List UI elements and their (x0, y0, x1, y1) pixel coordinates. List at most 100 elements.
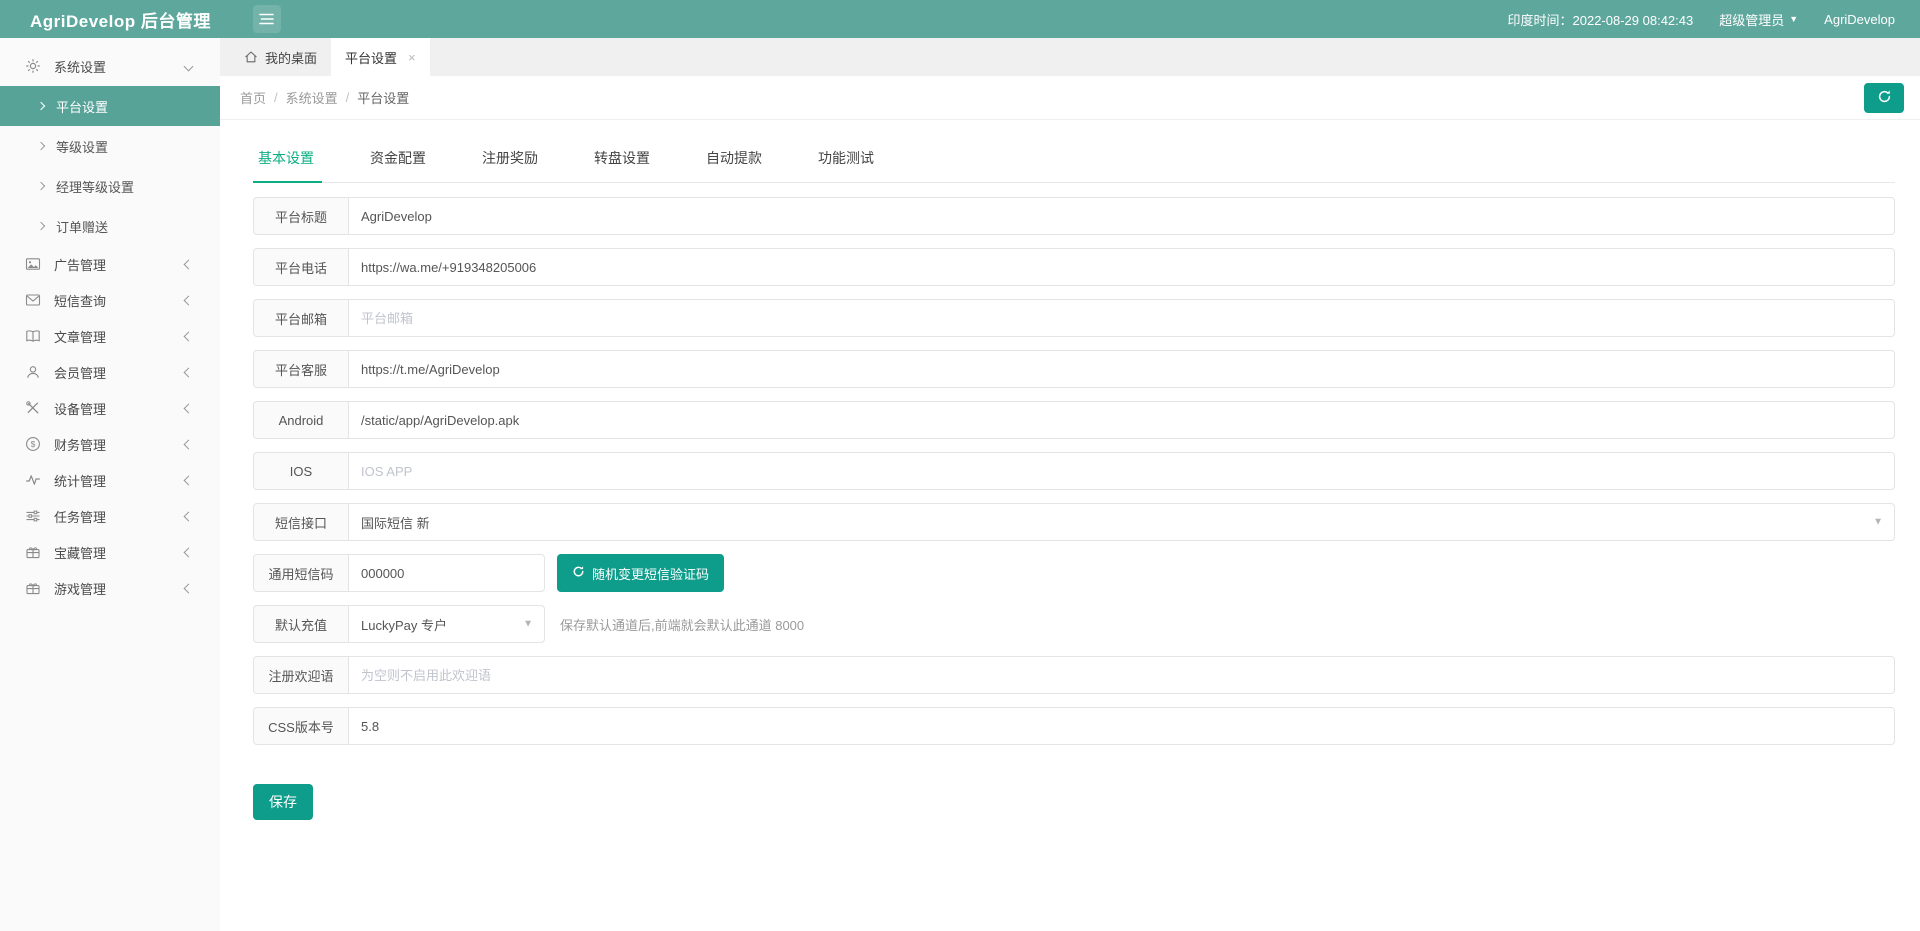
admin-role-label: 超级管理员 (1719, 10, 1784, 29)
sidebar-item-label: 等级设置 (56, 137, 108, 156)
chevron-left-icon (184, 439, 194, 449)
sidebar-group-label: 系统设置 (54, 57, 185, 76)
breadcrumb: 首页 / 系统设置 / 平台设置 (240, 88, 409, 107)
hamburger-icon (259, 13, 274, 25)
register-welcome-input[interactable] (348, 656, 1895, 694)
settings-tabs: 基本设置 资金配置 注册奖励 转盘设置 自动提款 功能测试 (253, 148, 1895, 183)
random-sms-code-button[interactable]: 随机变更短信验证码 (557, 554, 724, 592)
platform-support-input[interactable] (348, 350, 1895, 388)
sidebar-item-statistics-management[interactable]: 统计管理 (0, 462, 220, 498)
sms-interface-select[interactable] (348, 503, 1895, 541)
sidebar-item-label: 短信查询 (54, 291, 185, 310)
platform-support-label: 平台客服 (253, 350, 348, 388)
form-row: 平台邮箱 (253, 299, 1895, 337)
common-sms-code-input[interactable] (348, 554, 545, 592)
settings-panel: 基本设置 资金配置 注册奖励 转盘设置 自动提款 功能测试 平台标题 平台电话 (220, 120, 1920, 820)
book-icon (25, 328, 41, 344)
chevron-left-icon (184, 475, 194, 485)
default-recharge-label: 默认充值 (253, 605, 348, 643)
tab-register-reward[interactable]: 注册奖励 (454, 148, 566, 182)
refresh-icon (1877, 89, 1892, 107)
pulse-icon (25, 472, 41, 488)
sliders-icon (25, 508, 41, 524)
tab-label: 我的桌面 (265, 48, 317, 67)
sidebar-item-task-management[interactable]: 任务管理 (0, 498, 220, 534)
sidebar-item-device-management[interactable]: 设备管理 (0, 390, 220, 426)
tab-my-desktop[interactable]: 我的桌面 (230, 38, 331, 76)
android-app-input[interactable] (348, 401, 1895, 439)
sidebar-item-label: 统计管理 (54, 471, 185, 490)
admin-dropdown[interactable]: 超级管理员 ▼ (1719, 10, 1798, 29)
ios-app-input[interactable] (348, 452, 1895, 490)
button-label: 随机变更短信验证码 (592, 564, 709, 583)
sidebar-item-member-management[interactable]: 会员管理 (0, 354, 220, 390)
caret-down-icon: ▼ (1789, 15, 1798, 24)
chevron-right-icon (37, 222, 45, 230)
platform-title-input[interactable] (348, 197, 1895, 235)
sidebar-item-article-management[interactable]: 文章管理 (0, 318, 220, 354)
breadcrumb-bar: 首页 / 系统设置 / 平台设置 (220, 76, 1920, 120)
mail-icon (25, 292, 41, 308)
chevron-left-icon (184, 367, 194, 377)
ios-label: IOS (253, 452, 348, 490)
breadcrumb-system-settings[interactable]: 系统设置 (286, 88, 338, 107)
sidebar-item-game-management[interactable]: 游戏管理 (0, 570, 220, 606)
default-recharge-helper-text: 保存默认通道后,前端就会默认此通道 8000 (560, 615, 804, 634)
platform-phone-input[interactable] (348, 248, 1895, 286)
form-row: 平台电话 (253, 248, 1895, 286)
sidebar-item-order-gift[interactable]: 订单赠送 (0, 206, 220, 246)
app-title: AgriDevelop 后台管理 (30, 7, 211, 32)
sidebar-toggle-button[interactable] (253, 5, 281, 33)
platform-email-input[interactable] (348, 299, 1895, 337)
sidebar-item-level-settings[interactable]: 等级设置 (0, 126, 220, 166)
form-row: 通用短信码 随机变更短信验证码 (253, 554, 1895, 592)
tab-wheel-settings[interactable]: 转盘设置 (566, 148, 678, 182)
sidebar-group-system-settings[interactable]: 系统设置 (0, 46, 220, 86)
dollar-icon: $ (25, 436, 41, 452)
sidebar-item-ad-management[interactable]: 广告管理 (0, 246, 220, 282)
basic-settings-form: 平台标题 平台电话 平台邮箱 (253, 197, 1895, 820)
tab-fund-config[interactable]: 资金配置 (342, 148, 454, 182)
chevron-right-icon (37, 182, 45, 190)
tools-icon (25, 400, 41, 416)
sidebar-item-label: 订单赠送 (56, 217, 108, 236)
breadcrumb-home[interactable]: 首页 (240, 88, 266, 107)
sidebar-item-sms-query[interactable]: 短信查询 (0, 282, 220, 318)
form-row: 平台标题 (253, 197, 1895, 235)
sidebar-item-treasure-management[interactable]: 宝藏管理 (0, 534, 220, 570)
sidebar-item-label: 经理等级设置 (56, 177, 134, 196)
chevron-left-icon (184, 547, 194, 557)
default-recharge-select[interactable] (348, 605, 545, 643)
sidebar-item-label: 宝藏管理 (54, 543, 185, 562)
app-header: AgriDevelop 后台管理 印度时间：2022-08-29 08:42:4… (0, 0, 1920, 38)
css-version-input[interactable] (348, 707, 1895, 745)
tab-auto-withdraw[interactable]: 自动提款 (678, 148, 790, 182)
sidebar-item-label: 设备管理 (54, 399, 185, 418)
sms-interface-label: 短信接口 (253, 503, 348, 541)
form-row: 默认充值 ▼ 保存默认通道后,前端就会默认此通道 8000 (253, 605, 1895, 643)
refresh-button[interactable] (1864, 83, 1904, 113)
save-button[interactable]: 保存 (253, 784, 313, 820)
sidebar-item-platform-settings[interactable]: 平台设置 (0, 86, 220, 126)
chevron-left-icon (184, 583, 194, 593)
tab-platform-settings[interactable]: 平台设置 × (331, 38, 430, 76)
form-row: CSS版本号 (253, 707, 1895, 745)
close-icon[interactable]: × (408, 50, 416, 65)
chevron-right-icon (37, 102, 45, 110)
brand-label: AgriDevelop (1824, 12, 1895, 27)
tab-label: 平台设置 (345, 48, 397, 67)
android-label: Android (253, 401, 348, 439)
tab-basic-settings[interactable]: 基本设置 (253, 148, 342, 182)
form-row: 短信接口 ▼ (253, 503, 1895, 541)
sidebar-item-finance-management[interactable]: $ 财务管理 (0, 426, 220, 462)
chevron-left-icon (184, 511, 194, 521)
chevron-left-icon (184, 259, 194, 269)
refresh-icon (572, 565, 585, 581)
tab-function-test[interactable]: 功能测试 (790, 148, 902, 182)
treasure-chest-icon (25, 544, 41, 560)
chevron-left-icon (184, 295, 194, 305)
sidebar-item-manager-level-settings[interactable]: 经理等级设置 (0, 166, 220, 206)
user-icon (25, 364, 41, 380)
sidebar-item-label: 游戏管理 (54, 579, 185, 598)
server-time-label: 印度时间：2022-08-29 08:42:43 (1508, 10, 1694, 29)
